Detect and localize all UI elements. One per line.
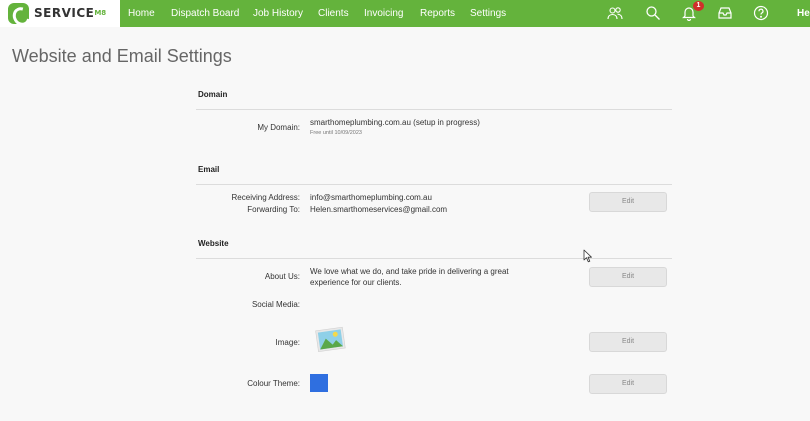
- my-domain-note: Free until 10/09/2023: [310, 130, 362, 136]
- website-image-thumbnail[interactable]: [315, 326, 346, 353]
- page-title: Website and Email Settings: [12, 46, 232, 66]
- domain-section-heading: Domain: [198, 90, 228, 99]
- nav-clients[interactable]: Clients: [318, 0, 349, 27]
- image-label: Image:: [275, 338, 300, 347]
- app-logo[interactable]: SERVICEM8: [0, 0, 120, 27]
- mouse-cursor-icon: [583, 249, 593, 263]
- my-domain-value: smarthomeplumbing.com.au (setup in progr…: [310, 118, 480, 127]
- notification-count-badge: 1: [693, 1, 704, 11]
- colour-theme-label: Colour Theme:: [247, 379, 300, 388]
- users-icon[interactable]: [607, 5, 623, 21]
- nav-job-history[interactable]: Job History: [253, 0, 303, 27]
- search-icon[interactable]: [645, 5, 661, 21]
- website-section-heading: Website: [198, 239, 229, 248]
- user-menu[interactable]: He: [797, 0, 810, 27]
- forwarding-to-label: Forwarding To:: [247, 205, 300, 214]
- logo-text: SERVICEM8: [34, 6, 107, 20]
- about-us-edit-button[interactable]: Edit: [589, 267, 667, 287]
- receiving-address-value: info@smarthomeplumbing.com.au: [310, 193, 432, 202]
- social-media-label: Social Media:: [251, 300, 300, 309]
- my-domain-label: My Domain:: [257, 123, 300, 132]
- email-section-heading: Email: [198, 165, 220, 174]
- email-edit-button[interactable]: Edit: [589, 192, 667, 212]
- inbox-icon[interactable]: [717, 5, 733, 21]
- nav-settings[interactable]: Settings: [470, 0, 506, 27]
- about-us-value: We love what we do, and take pride in de…: [310, 267, 509, 287]
- nav-reports[interactable]: Reports: [420, 0, 455, 27]
- email-divider: [196, 184, 672, 185]
- nav-dispatch-board[interactable]: Dispatch Board: [171, 0, 239, 27]
- nav-home[interactable]: Home: [128, 0, 155, 27]
- about-us-label: About Us:: [264, 272, 300, 281]
- forwarding-to-value: Helen.smarthomeservices@gmail.com: [310, 205, 448, 214]
- logo-mark-icon: [8, 3, 29, 24]
- receiving-address-label: Receiving Address:: [231, 193, 300, 202]
- image-edit-button[interactable]: Edit: [589, 332, 667, 352]
- colour-theme-edit-button[interactable]: Edit: [589, 374, 667, 394]
- top-navbar: SERVICEM8 Home Dispatch Board Job Histor…: [0, 0, 810, 27]
- website-divider: [196, 258, 672, 259]
- colour-theme-swatch[interactable]: [310, 374, 328, 392]
- nav-invoicing[interactable]: Invoicing: [364, 0, 403, 27]
- help-icon[interactable]: [753, 5, 769, 21]
- domain-divider: [196, 109, 672, 110]
